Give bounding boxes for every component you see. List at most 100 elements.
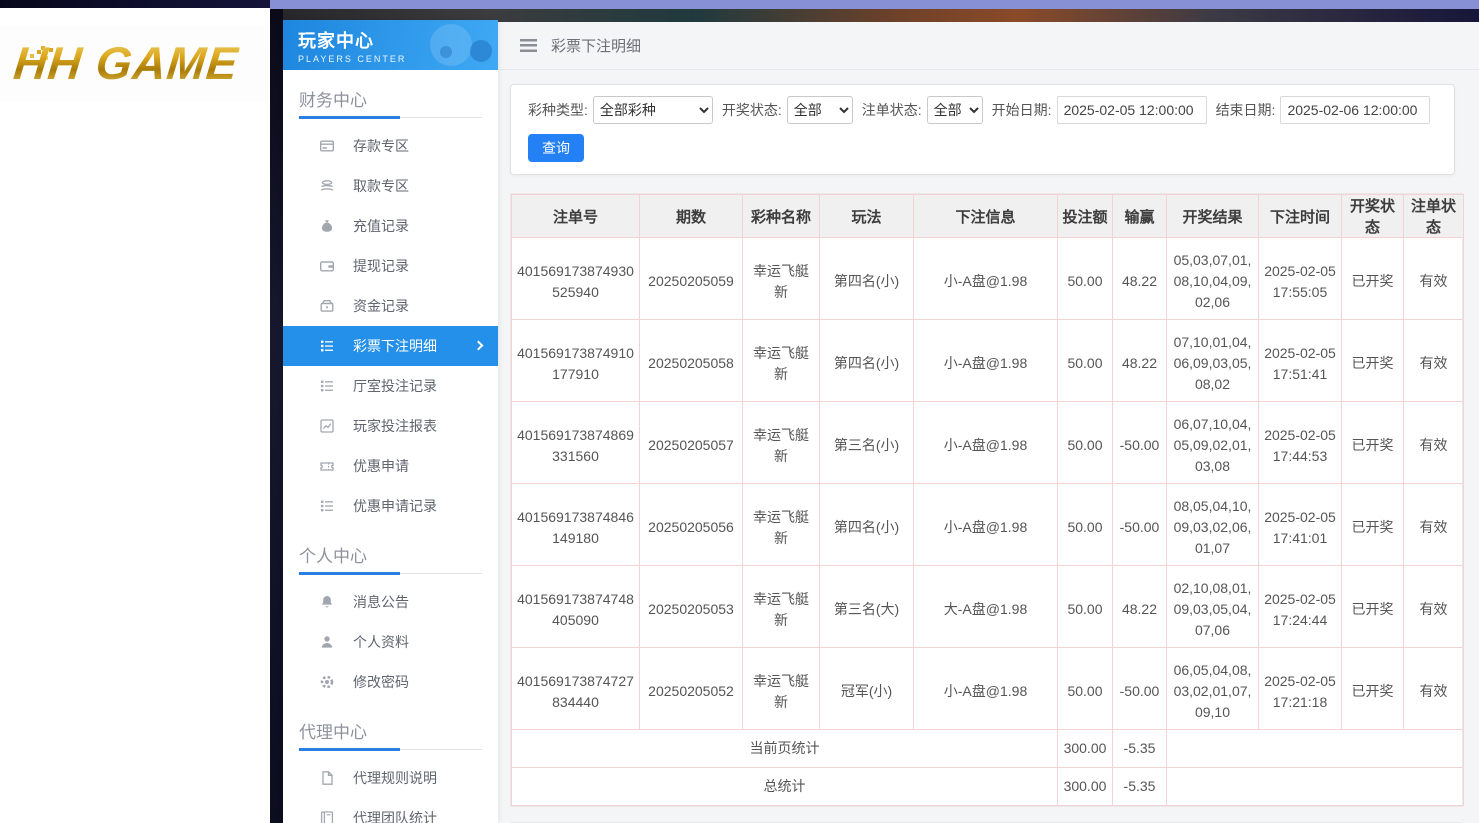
table-cell: 401569173874910177910 — [512, 320, 640, 402]
ticket-icon — [319, 458, 335, 474]
main-content: 彩票下注明细 彩种类型: 全部彩种 开奖状态: 全部 注单状态: 全部 开始日期… — [498, 22, 1479, 823]
table-cell: 冠军(小) — [820, 648, 914, 730]
summary-bet-total: 300.00 — [1058, 768, 1113, 806]
table-cell: 2025-02-05 17:41:01 — [1259, 484, 1342, 566]
table-cell: 50.00 — [1058, 238, 1113, 320]
summary-empty-cell — [1167, 730, 1464, 768]
draw-status-label: 开奖状态: — [722, 100, 782, 120]
sidebar-item-promo-apply-records[interactable]: 优惠申请记录 — [283, 486, 498, 526]
column-header: 注单状态 — [1404, 195, 1464, 238]
person-icon — [319, 634, 335, 650]
table-cell: 小-A盘@1.98 — [914, 484, 1058, 566]
search-button[interactable]: 查询 — [528, 134, 584, 162]
table-cell: 2025-02-05 17:51:41 — [1259, 320, 1342, 402]
table-cell: 已开奖 — [1342, 566, 1404, 648]
sidebar-item-messages[interactable]: 消息公告 — [283, 582, 498, 622]
table-cell: 有效 — [1404, 238, 1464, 320]
table-cell: 48.22 — [1113, 566, 1167, 648]
table-cell: 20250205057 — [640, 402, 743, 484]
sidebar-section-title: 代理中心 — [299, 718, 482, 743]
table-cell: 幸运飞艇新 — [743, 238, 820, 320]
table-cell: 2025-02-05 17:24:44 — [1259, 566, 1342, 648]
table-cell: 有效 — [1404, 484, 1464, 566]
sidebar-item-funds-records[interactable]: 资金记录 — [283, 286, 498, 326]
sidebar-item-promo-apply[interactable]: 优惠申请 — [283, 446, 498, 486]
table-cell: 08,05,04,10,09,03,02,06,01,07 — [1167, 484, 1259, 566]
sidebar-item-hall-bet-records[interactable]: 厅室投注记录 — [283, 366, 498, 406]
sidebar-item-deposit-area[interactable]: 存款专区 — [283, 126, 498, 166]
sidebar-item-label: 优惠申请 — [353, 456, 409, 476]
sidebar-item-withdraw-records[interactable]: 提现记录 — [283, 246, 498, 286]
table-cell: 第四名(小) — [820, 320, 914, 402]
sidebar-item-agent-rules[interactable]: 代理规则说明 — [283, 758, 498, 798]
book-icon — [319, 810, 335, 823]
sidebar-item-label: 充值记录 — [353, 216, 409, 236]
section-underline — [299, 117, 482, 118]
sidebar-item-change-password[interactable]: 修改密码 — [283, 662, 498, 702]
table-cell: 第四名(小) — [820, 238, 914, 320]
table-cell: 50.00 — [1058, 402, 1113, 484]
table-cell: 第三名(大) — [820, 566, 914, 648]
summary-bet-total: 300.00 — [1058, 730, 1113, 768]
sidebar-item-agent-team-stats[interactable]: 代理团队统计 — [283, 798, 498, 823]
moneybag-icon — [319, 218, 335, 234]
table-cell: 2025-02-05 17:21:18 — [1259, 648, 1342, 730]
table-row: 40156917387491017791020250205058幸运飞艇新第四名… — [512, 320, 1464, 402]
app-window: HH GAME 玩家中心 PLAYERS CENTER 财务中心存款专区取款专区… — [0, 0, 1479, 823]
start-date-input[interactable] — [1057, 96, 1207, 124]
table-cell: 07,10,01,04,06,09,03,05,08,02 — [1167, 320, 1259, 402]
content-header: 彩票下注明细 — [498, 22, 1479, 70]
menu-toggle-icon[interactable] — [520, 39, 537, 52]
end-date-input[interactable] — [1280, 96, 1430, 124]
draw-status-select[interactable]: 全部 — [787, 96, 853, 124]
order-status-select[interactable]: 全部 — [927, 96, 983, 124]
table-cell: 幸运飞艇新 — [743, 484, 820, 566]
table-cell: -50.00 — [1113, 648, 1167, 730]
table-cell: 20250205058 — [640, 320, 743, 402]
sidebar-item-lottery-bet-details[interactable]: 彩票下注明细 — [283, 326, 498, 366]
bet-records-table-card: 注单号期数彩种名称玩法下注信息投注额输赢开奖结果下注时间开奖状态注单状态 401… — [510, 193, 1463, 807]
bell-icon — [319, 594, 335, 610]
gear-icon — [319, 674, 335, 690]
column-header: 下注信息 — [914, 195, 1058, 238]
purse-icon — [319, 298, 335, 314]
table-cell: 小-A盘@1.98 — [914, 648, 1058, 730]
table-cell: 06,07,10,04,05,09,02,01,03,08 — [1167, 402, 1259, 484]
table-cell: 401569173874846149180 — [512, 484, 640, 566]
table-cell: 小-A盘@1.98 — [914, 402, 1058, 484]
sidebar-section-title: 个人中心 — [299, 542, 482, 567]
sidebar-item-withdraw-area[interactable]: 取款专区 — [283, 166, 498, 206]
sidebar-item-profile[interactable]: 个人资料 — [283, 622, 498, 662]
table-cell: 大-A盘@1.98 — [914, 566, 1058, 648]
table-cell: 50.00 — [1058, 484, 1113, 566]
sidebar-section-title: 财务中心 — [299, 86, 482, 111]
summary-win-loss: -5.35 — [1113, 730, 1167, 768]
table-row: 40156917387486933156020250205057幸运飞艇新第三名… — [512, 402, 1464, 484]
lottery-type-select[interactable]: 全部彩种 — [593, 96, 713, 124]
table-cell: -50.00 — [1113, 402, 1167, 484]
logo-pane: HH GAME — [0, 0, 270, 823]
frame-divider — [270, 9, 283, 823]
summary-label: 当前页统计 — [512, 730, 1058, 768]
card-icon — [319, 138, 335, 154]
table-cell: 已开奖 — [1342, 484, 1404, 566]
list-icon — [319, 498, 335, 514]
brand-logo: HH GAME — [0, 25, 270, 101]
table-cell: 20250205053 — [640, 566, 743, 648]
sidebar-item-label: 提现记录 — [353, 256, 409, 276]
top-dark-strip — [0, 0, 270, 8]
page-title: 彩票下注明细 — [551, 35, 641, 56]
table-row: 40156917387474840509020250205053幸运飞艇新第三名… — [512, 566, 1464, 648]
table-cell: 幸运飞艇新 — [743, 648, 820, 730]
chevron-right-icon — [474, 341, 484, 351]
sidebar-item-player-bet-report[interactable]: 玩家投注报表 — [283, 406, 498, 446]
table-cell: 2025-02-05 17:44:53 — [1259, 402, 1342, 484]
sidebar: 玩家中心 PLAYERS CENTER 财务中心存款专区取款专区充值记录提现记录… — [283, 20, 498, 823]
sidebar-item-recharge-records[interactable]: 充值记录 — [283, 206, 498, 246]
section-underline — [299, 749, 482, 750]
top-purple-strip — [270, 0, 1479, 9]
summary-label: 总统计 — [512, 768, 1058, 806]
doc-icon — [319, 770, 335, 786]
table-cell: 401569173874748405090 — [512, 566, 640, 648]
sidebar-item-label: 代理规则说明 — [353, 768, 437, 788]
